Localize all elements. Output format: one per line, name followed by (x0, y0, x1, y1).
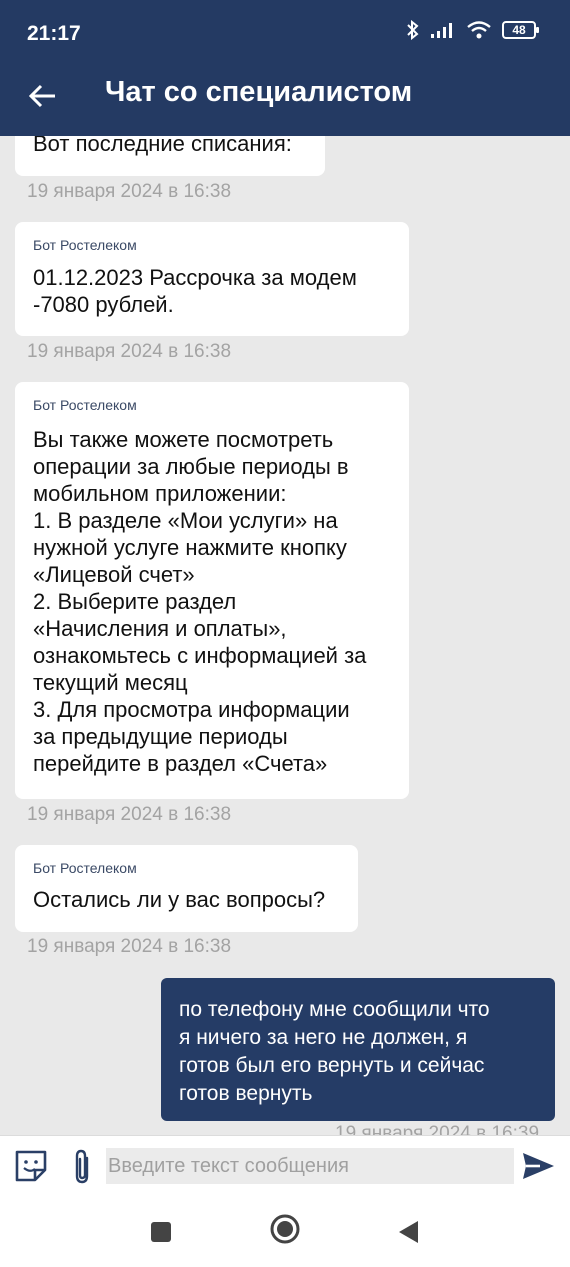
status-icons: 48 (406, 20, 539, 40)
message-sender: Бот Ростелеком (33, 860, 137, 876)
page-title: Чат со специалистом (105, 76, 413, 108)
outgoing-message: по телефону мне сообщили что я ничего за… (161, 978, 555, 1121)
message-text: Остались ли у вас вопросы? (33, 887, 326, 912)
signal-icon (431, 23, 452, 38)
circle-icon[interactable] (269, 1213, 301, 1245)
message-text: 01.12.2023 Рассрочка за модем -7080 рубл… (33, 265, 357, 317)
square-icon[interactable] (150, 1221, 172, 1243)
app-header: 21:17 48 Чат со специалистом (0, 0, 570, 136)
message-text: Вот последние списания: (33, 136, 292, 156)
message-timestamp: 19 января 2024 в 16:39 (335, 1123, 540, 1135)
arrow-left-icon (28, 84, 55, 108)
message-timestamp: 19 января 2024 в 16:38 (27, 341, 232, 362)
send-icon[interactable] (520, 1150, 556, 1182)
triangle-back-icon[interactable] (396, 1219, 420, 1245)
incoming-message: Бот Ростелеком Вы также можете посмотрет… (15, 382, 409, 799)
back-button[interactable] (24, 78, 60, 114)
message-text: Вы также можете посмотреть операции за л… (33, 427, 367, 776)
bluetooth-icon (407, 20, 419, 40)
message-timestamp: 19 января 2024 в 16:38 (27, 181, 232, 202)
paperclip-icon[interactable] (68, 1148, 96, 1186)
message-sender: Бот Ростелеком (33, 397, 137, 413)
message-timestamp: 19 января 2024 в 16:38 (27, 804, 232, 825)
incoming-message: Вот последние списания: (15, 136, 325, 176)
chat-history[interactable]: Вот последние списания: 19 января 2024 в… (0, 136, 570, 1135)
message-input[interactable] (106, 1148, 514, 1184)
system-navigation-bar (0, 1195, 570, 1267)
message-text: по телефону мне сообщили что я ничего за… (179, 998, 490, 1105)
wifi-icon (467, 21, 491, 39)
battery-icon: 48 (502, 21, 539, 39)
incoming-message: Бот Ростелеком Остались ли у вас вопросы… (15, 845, 358, 932)
message-sender: Бот Ростелеком (33, 237, 137, 253)
status-time: 21:17 (27, 22, 81, 45)
message-timestamp: 19 января 2024 в 16:38 (27, 936, 232, 957)
sticker-icon[interactable] (13, 1148, 49, 1184)
incoming-message: Бот Ростелеком 01.12.2023 Рассрочка за м… (15, 222, 409, 336)
message-composer (0, 1135, 570, 1195)
